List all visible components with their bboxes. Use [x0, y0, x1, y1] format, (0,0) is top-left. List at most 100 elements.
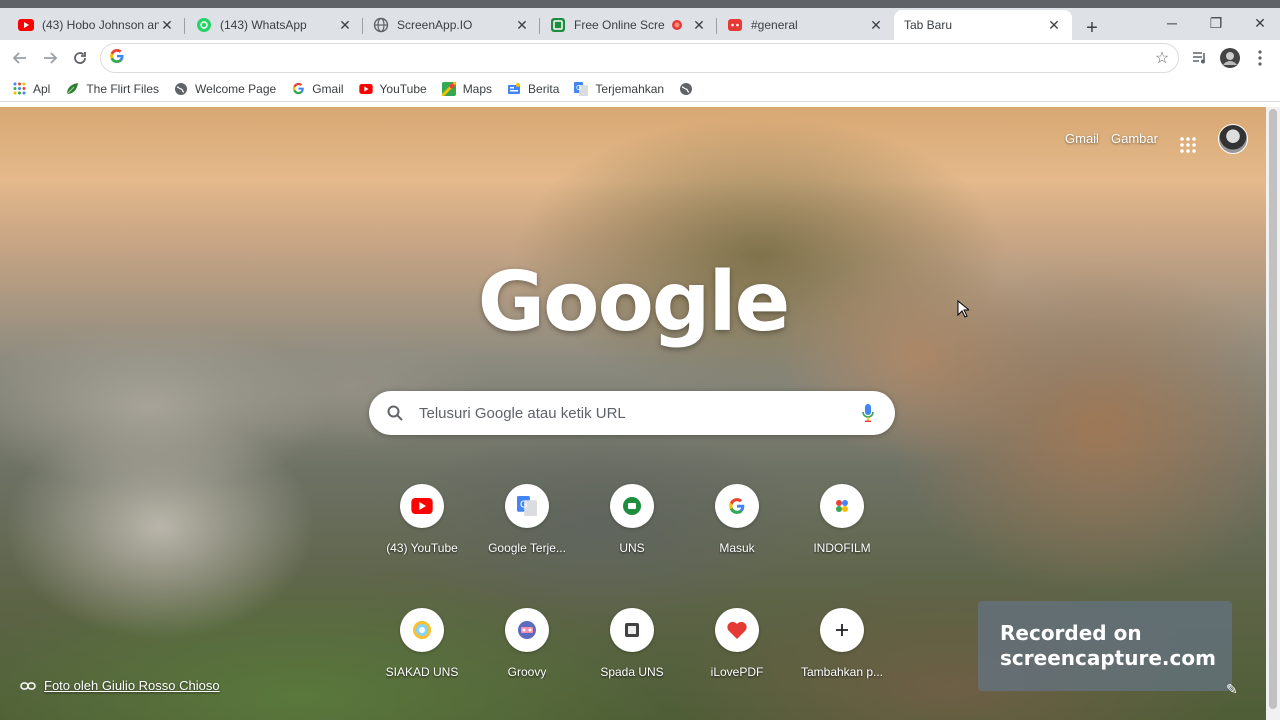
tab-whatsapp[interactable]: (143) WhatsApp ✕ [186, 10, 363, 40]
bookmark-label: The Flirt Files [86, 81, 160, 96]
siakad-icon [400, 608, 444, 652]
gmail-link[interactable]: Gmail [1065, 131, 1099, 146]
tab-youtube[interactable]: (43) Hobo Johnson and ✕ [8, 10, 185, 40]
google-icon [715, 484, 759, 528]
globe-icon [174, 82, 188, 96]
link-icon [20, 681, 38, 691]
search-input[interactable] [419, 404, 859, 422]
new-tab-button[interactable]: + [1080, 16, 1104, 40]
bookmark-berita[interactable]: Berita [507, 82, 559, 96]
tab-screencapture[interactable]: Free Online Screen ✕ [540, 10, 717, 40]
tab-discord[interactable]: #general ✕ [717, 10, 894, 40]
shortcut-label: Google Terje... [488, 541, 566, 555]
shortcut-label: Tambahkan p... [800, 665, 884, 679]
customize-pencil-icon[interactable]: ✎ [1226, 681, 1238, 698]
google-logo: Google [477, 255, 790, 350]
bookmark-label: Welcome Page [195, 81, 277, 96]
bookmark-star-icon[interactable]: ☆ [1150, 46, 1174, 70]
tab-strip: (43) Hobo Johnson and ✕ (143) WhatsApp ✕… [0, 8, 1280, 40]
bookmark-welcome-page[interactable]: Welcome Page [174, 82, 276, 96]
images-link[interactable]: Gambar [1111, 131, 1158, 146]
tab-new-tab[interactable]: Tab Baru ✕ [894, 10, 1072, 40]
bookmark-label: YouTube [379, 81, 427, 96]
svg-text:G: G [576, 84, 581, 92]
bookmark-label: Gmail [312, 81, 344, 96]
maps-icon [441, 81, 456, 96]
discord-icon [727, 17, 743, 33]
close-tab-icon[interactable]: ✕ [159, 17, 175, 33]
tab-title: #general [751, 18, 798, 32]
apps-grid-icon [12, 82, 26, 96]
profile-avatar-icon[interactable] [1218, 46, 1242, 70]
close-tab-icon[interactable]: ✕ [691, 17, 707, 33]
minimize-button[interactable]: ─ [1152, 12, 1192, 34]
bookmark-gmail[interactable]: Gmail [291, 81, 344, 96]
window-top-border [0, 0, 1280, 8]
media-controls-icon[interactable] [1188, 46, 1212, 70]
translate-icon: G [505, 484, 549, 528]
shortcut-spada[interactable]: Spada UNS [580, 604, 684, 704]
bookmark-terjemahkan[interactable]: G Terjemahkan [574, 81, 665, 96]
close-tab-icon[interactable]: ✕ [868, 17, 884, 33]
bookmarks-bar: Apl The Flirt Files Welcome Page Gmail Y… [0, 76, 1280, 102]
menu-kebab-icon[interactable] [1248, 46, 1272, 70]
shortcut-label: Spada UNS [600, 665, 664, 679]
close-tab-icon[interactable]: ✕ [1046, 17, 1062, 33]
search-icon [387, 404, 405, 422]
globe-icon [373, 17, 389, 33]
back-button[interactable] [8, 46, 32, 70]
google-apps-icon[interactable] [1172, 129, 1204, 161]
bookmark-maps[interactable]: Maps [441, 81, 492, 96]
watermark-line2: screencapture.com [1000, 646, 1216, 670]
reload-button[interactable] [68, 46, 92, 70]
account-avatar[interactable] [1218, 124, 1248, 154]
bookmark-globe[interactable] [679, 82, 700, 96]
shortcut-label: iLovePDF [710, 665, 764, 679]
shortcut-label: Masuk [719, 541, 755, 555]
spada-icon [610, 608, 654, 652]
close-tab-icon[interactable]: ✕ [514, 17, 530, 33]
bookmark-flirt-files[interactable]: The Flirt Files [65, 82, 159, 96]
new-tab-page: Gmail Gambar Google (43) YouTube G Googl… [0, 107, 1266, 720]
shortcut-ilovepdf[interactable]: iLovePDF [685, 604, 789, 704]
recording-icon [669, 17, 685, 33]
tab-title: Tab Baru [904, 18, 953, 32]
search-box[interactable] [369, 391, 895, 435]
browser-toolbar: ☆ [0, 40, 1280, 76]
shortcut-groovy[interactable]: Groovy [475, 604, 579, 704]
bookmark-youtube[interactable]: YouTube [358, 81, 427, 96]
translate-icon: G [574, 81, 589, 96]
forward-button[interactable] [38, 46, 62, 70]
scrollbar-thumb[interactable] [1269, 109, 1277, 709]
address-input[interactable] [131, 50, 1150, 66]
photo-credit-link[interactable]: Foto oleh Giulio Rosso Chioso [20, 678, 220, 693]
recording-watermark: Recorded on screencapture.com [978, 601, 1232, 691]
shortcut-google-translate[interactable]: G Google Terje... [475, 480, 579, 580]
tab-screenapp[interactable]: ScreenApp.IO ✕ [363, 10, 540, 40]
google-icon [109, 48, 125, 69]
whatsapp-icon [196, 17, 212, 33]
svg-text:G: G [520, 499, 528, 510]
bookmark-apps[interactable]: Apl [12, 82, 50, 96]
shortcut-label: INDOFILM [813, 541, 871, 555]
heart-icon [715, 608, 759, 652]
maximize-button[interactable]: ❐ [1196, 12, 1236, 34]
tab-title: (43) Hobo Johnson and [42, 18, 159, 32]
close-tab-icon[interactable]: ✕ [337, 17, 353, 33]
microphone-icon[interactable] [859, 403, 877, 423]
bookmark-label: Terjemahkan [595, 81, 665, 96]
shortcut-youtube[interactable]: (43) YouTube [370, 480, 474, 580]
mouse-cursor-icon [957, 300, 969, 318]
shortcut-siakad[interactable]: SIAKAD UNS [370, 604, 474, 704]
meet-icon [610, 484, 654, 528]
address-bar[interactable]: ☆ [100, 43, 1179, 73]
close-window-button[interactable]: ✕ [1240, 12, 1280, 34]
shortcut-label: Groovy [507, 665, 547, 679]
google-icon [291, 82, 305, 96]
shortcut-label: UNS [619, 541, 645, 555]
shortcut-uns[interactable]: UNS [580, 480, 684, 580]
shortcut-masuk[interactable]: Masuk [685, 480, 789, 580]
page-scrollbar[interactable] [1266, 107, 1280, 720]
add-shortcut-button[interactable]: Tambahkan p... [790, 604, 894, 704]
shortcut-indofilm[interactable]: INDOFILM [790, 480, 894, 580]
